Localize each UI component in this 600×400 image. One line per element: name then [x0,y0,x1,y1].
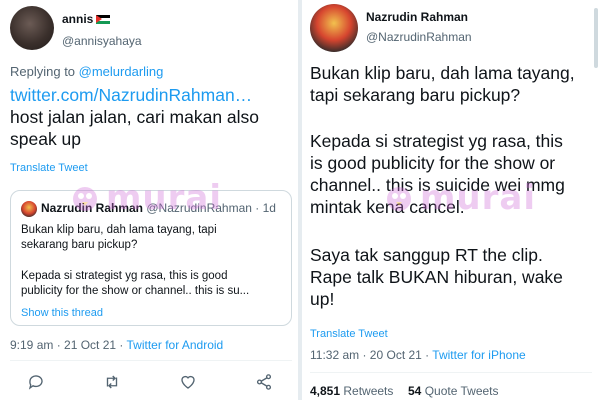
tweet-meta: 9:19 am · 21 Oct 21 · Twitter for Androi… [10,338,223,352]
tweet-source-link[interactable]: Twitter for iPhone [432,348,525,362]
replying-to-link[interactable]: @melurdarling [79,64,164,79]
retweets-count: 4,851 [310,384,341,398]
tweet-body-line: speak up [10,129,82,149]
tweet-body-line: Rape talk BUKAN hiburan, wake [310,267,563,287]
retweet-button[interactable] [102,372,122,392]
like-icon [181,375,195,389]
retweet-icon [106,375,118,389]
quoted-header: Nazrudin Rahman @NazrudinRahman · 1d [41,201,276,215]
quoted-text-line: Kepada si strategist yg rasa, this is go… [21,270,228,282]
tweet-body-line: is good publicity for the show or [310,153,556,173]
tweet-link-text[interactable]: twitter.com/NazrudinRahman… [10,85,252,105]
tweet-body-line: Kepada si strategist yg rasa, this [310,131,563,151]
palestine-flag-icon [96,15,111,25]
avatar[interactable] [10,6,54,50]
quote-tweets-label: Quote Tweets [421,384,499,398]
tweet-source-link[interactable]: Twitter for Android [127,338,224,352]
tweet-body-line: tapi sekarang baru pickup? [310,85,521,105]
divider [10,360,292,361]
quoted-author-name: Nazrudin Rahman [41,201,144,215]
author-name[interactable]: annis [62,12,111,26]
left-tweet-panel: annis @annisyahaya Replying to @melurdar… [0,0,298,400]
reply-icon [28,375,43,390]
author-name[interactable]: Nazrudin Rahman [366,10,468,24]
tweet-body-line: Saya tak sanggup RT the clip. [310,245,543,265]
quoted-text-line: publicity for the show or channel.. this… [21,285,250,297]
tweet-timestamp[interactable]: 9:19 am · 21 Oct 21 · [10,338,127,352]
divider [310,372,592,373]
quoted-avatar [21,201,37,217]
quote-tweets-count: 54 [408,384,422,398]
quote-tweets-stat[interactable]: 54 Quote Tweets [408,384,499,398]
retweets-label: Retweets [340,384,394,398]
like-button[interactable] [178,372,198,392]
quoted-text-line: Bukan klip baru, dah lama tayang, tapi [21,224,217,236]
author-handle[interactable]: @annisyahaya [62,34,142,48]
tweet-meta: 11:32 am · 20 Oct 21 · Twitter for iPhon… [310,348,526,362]
replying-to: Replying to @melurdarling [10,64,163,79]
scrollbar[interactable] [594,8,598,68]
author-handle[interactable]: @NazrudinRahman [366,30,472,44]
tweet-body-line: host jalan jalan, cari makan also [10,107,260,127]
author-name-text: annis [62,12,94,26]
tweet-body-line: mintak kena cancel. [310,197,465,217]
reply-button[interactable] [26,372,46,392]
quoted-text-line: sekarang baru pickup? [21,239,138,251]
tweet-timestamp[interactable]: 11:32 am · 20 Oct 21 · [310,348,432,362]
translate-tweet-link[interactable]: Translate Tweet [310,328,388,340]
quoted-author-handle: @NazrudinRahman · 1d [146,201,276,215]
quoted-tweet-card[interactable]: Nazrudin Rahman @NazrudinRahman · 1d Buk… [10,190,292,326]
tweet-link[interactable]: twitter.com/NazrudinRahman… [10,84,252,106]
tweet-body-line: Bukan klip baru, dah lama tayang, [310,63,575,83]
tweet-body-line: up! [310,289,335,309]
replying-prefix: Replying to [10,64,79,79]
retweets-stat[interactable]: 4,851 Retweets [310,384,393,398]
panel-divider [298,0,302,400]
avatar[interactable] [310,4,358,52]
tweet-body-line: channel.. this is suicide wei mmg [310,175,565,195]
show-thread-link[interactable]: Show this thread [21,307,103,319]
share-button[interactable] [254,372,274,392]
share-icon [256,374,272,390]
translate-tweet-link[interactable]: Translate Tweet [10,162,88,174]
